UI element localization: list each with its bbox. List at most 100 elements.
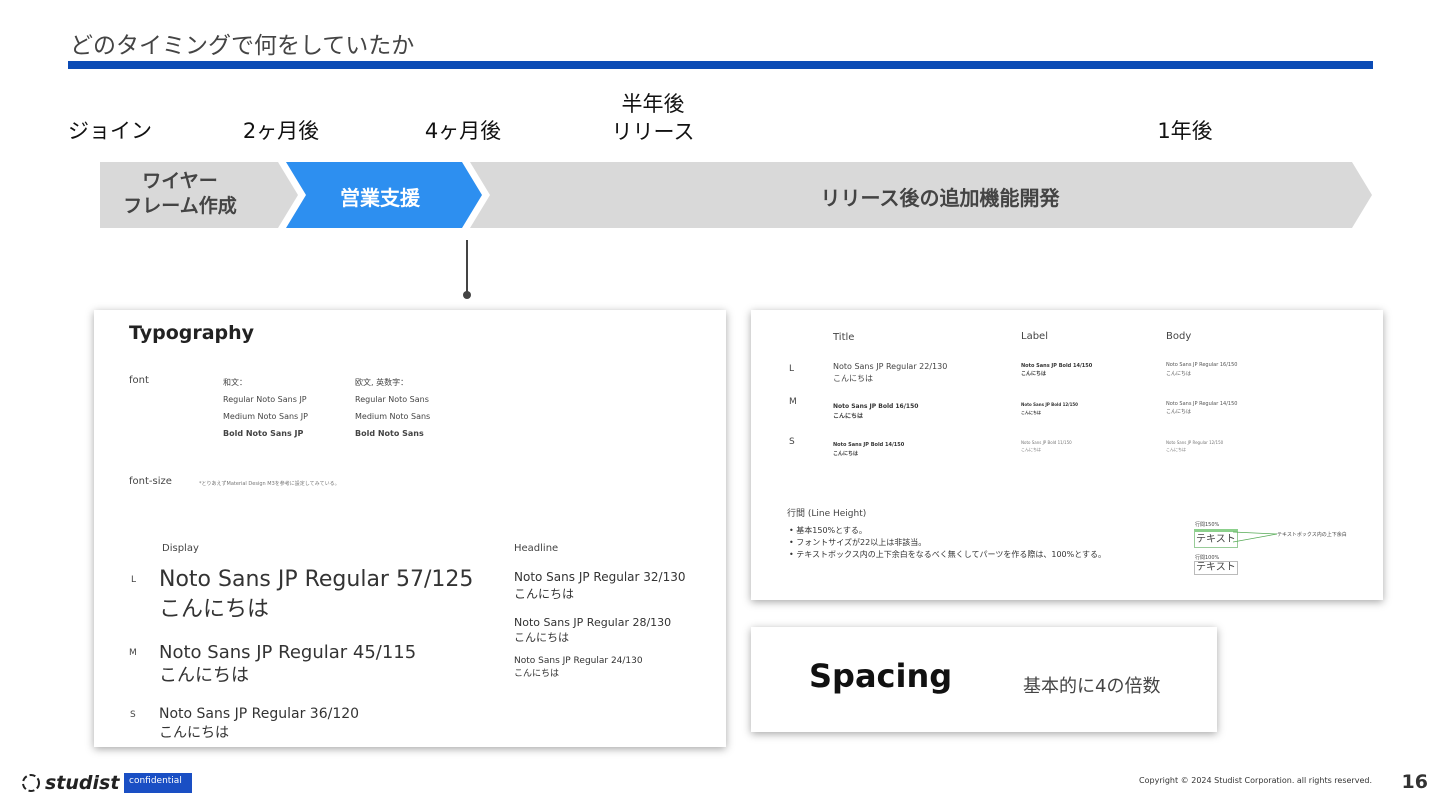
col-label: Label — [1021, 331, 1048, 342]
pointer-dot — [463, 291, 471, 299]
fontsize-label: font-size — [129, 476, 172, 487]
studist-logo-icon — [22, 774, 40, 792]
title-m-spec: Noto Sans JP Bold 16/150 — [833, 403, 919, 410]
phase-dev-label: リリース後の追加機能開発 — [820, 186, 1060, 210]
phase-wireframe-line2: フレーム作成 — [123, 195, 237, 217]
title-s-spec: Noto Sans JP Bold 14/150 — [833, 442, 905, 448]
wabun-regular: Regular Noto Sans JP — [223, 395, 307, 404]
page-number: 16 — [1401, 771, 1428, 793]
headline-1-text: こんにちは — [514, 587, 575, 601]
spacing-slide: Spacing 基本的に4の倍数 — [751, 627, 1217, 732]
spacing-note: 基本的に4の倍数 — [1023, 676, 1161, 697]
lh100-label: 行間100% — [1195, 555, 1220, 561]
display-m-sample: Noto Sans JP Regular 45/115 こんにちは — [159, 641, 416, 687]
display-size-l: L — [131, 575, 137, 585]
display-s-text: こんにちは — [159, 725, 229, 741]
spacing-heading: Spacing — [809, 657, 953, 695]
headline-3-sample: Noto Sans JP Regular 24/130 こんにちは — [514, 655, 643, 681]
title-s-sample: Noto Sans JP Bold 14/150 こんにちは — [833, 441, 904, 459]
typography-heading: Typography — [129, 322, 255, 344]
headline-1-spec: Noto Sans JP Regular 32/130 — [514, 570, 686, 584]
headline-3-text: こんにちは — [514, 669, 560, 679]
body-l-text: こんにちは — [1166, 371, 1192, 377]
title-s-text: こんにちは — [833, 451, 859, 457]
display-l-sample: Noto Sans JP Regular 57/125 こんにちは — [159, 565, 473, 625]
obun-fonts: 欧文, 英数字： Regular Noto Sans Medium Noto S… — [355, 374, 430, 442]
line-height-title: 行間 (Line Height) — [787, 509, 867, 519]
label-m-spec: Noto Sans JP Bold 12/150 — [1021, 402, 1078, 407]
margin-connector — [1233, 531, 1278, 543]
lh150-label: 行間150% — [1195, 522, 1220, 528]
title-l-spec: Noto Sans JP Regular 22/130 — [833, 362, 948, 371]
display-s-sample: Noto Sans JP Regular 36/120 こんにちは — [159, 705, 359, 743]
row-s: S — [789, 437, 795, 447]
display-m-spec: Noto Sans JP Regular 45/115 — [159, 642, 417, 663]
display-size-m: M — [129, 648, 137, 658]
bullet-1: • 基本150%とする。 — [789, 526, 867, 535]
label-s-spec: Noto Sans JP Bold 11/150 — [1021, 440, 1072, 445]
display-s-spec: Noto Sans JP Regular 36/120 — [159, 706, 360, 722]
label-l-sample: Noto Sans JP Bold 14/150 こんにちは — [1021, 362, 1092, 378]
body-s-sample: Noto Sans JP Regular 12/150 こんにちは — [1166, 439, 1223, 453]
wabun-bold: Bold Noto Sans JP — [223, 429, 304, 438]
body-m-spec: Noto Sans JP Regular 14/150 — [1166, 401, 1238, 407]
headline-2-text: こんにちは — [514, 631, 569, 644]
lh100-sample: テキスト — [1194, 561, 1238, 575]
display-size-s: S — [130, 710, 136, 720]
phase-sales-label: 営業支援 — [340, 186, 420, 210]
body-l-sample: Noto Sans JP Regular 16/150 こんにちは — [1166, 361, 1237, 379]
studist-logo-text: studist — [45, 772, 120, 794]
label-m-text: こんにちは — [1021, 410, 1041, 415]
label-l-text: こんにちは — [1021, 371, 1047, 377]
lh150-sample: テキスト — [1194, 529, 1238, 548]
row-m: M — [789, 397, 797, 407]
copyright: Copyright © 2024 Studist Corporation. al… — [1139, 776, 1372, 785]
body-m-sample: Noto Sans JP Regular 14/150 こんにちは — [1166, 400, 1237, 416]
headline-2-sample: Noto Sans JP Regular 28/130 こんにちは — [514, 615, 671, 645]
headline-2-spec: Noto Sans JP Regular 28/130 — [514, 616, 672, 629]
obun-medium: Medium Noto Sans — [355, 412, 431, 421]
pointer-line — [466, 240, 468, 294]
body-m-text: こんにちは — [1166, 409, 1192, 415]
display-label: Display — [162, 543, 199, 554]
col-body: Body — [1166, 331, 1192, 342]
body-l-spec: Noto Sans JP Regular 16/150 — [1166, 362, 1238, 368]
margin-note: テキストボックス内の上下余白 — [1277, 532, 1347, 538]
row-l: L — [789, 364, 795, 374]
typography-slide: Typography font 和文： Regular Noto Sans JP… — [94, 310, 726, 747]
label-s-sample: Noto Sans JP Bold 11/150 こんにちは — [1021, 439, 1072, 453]
headline-1-sample: Noto Sans JP Regular 32/130 こんにちは — [514, 569, 685, 603]
wabun-medium: Medium Noto Sans JP — [223, 412, 308, 421]
body-s-text: こんにちは — [1166, 447, 1186, 452]
bullet-2: • フォントサイズが22以上は非該当。 — [789, 538, 927, 547]
bullet-3-text: テキストボックス内の上下余白をなるべく無くしてパーツを作る際は、100%とする。 — [796, 550, 1107, 559]
title-m-text: こんにちは — [833, 413, 864, 420]
wabun-fonts: 和文： Regular Noto Sans JP Medium Noto San… — [223, 374, 308, 442]
label-m-sample: Noto Sans JP Bold 12/150 こんにちは — [1021, 401, 1078, 417]
bullet-3: • テキストボックス内の上下余白をなるべく無くしてパーツを作る際は、100%とす… — [789, 550, 1107, 559]
headline-label: Headline — [514, 543, 559, 554]
label-l-spec: Noto Sans JP Bold 14/150 — [1021, 363, 1093, 369]
display-m-text: こんにちは — [159, 665, 249, 686]
type-table-slide: Title Label Body L M S Noto Sans JP Regu… — [751, 310, 1383, 600]
headline-3-spec: Noto Sans JP Regular 24/130 — [514, 656, 643, 666]
wabun-header: 和文： — [223, 378, 247, 387]
confidential-badge: confidential — [124, 773, 192, 793]
title-l-sample: Noto Sans JP Regular 22/130 こんにちは — [833, 361, 947, 385]
title-m-sample: Noto Sans JP Bold 16/150 こんにちは — [833, 402, 918, 422]
title-l-text: こんにちは — [833, 374, 873, 383]
fontsize-note: *とりあえずMaterial Design M3を参考に設定してみている。 — [199, 481, 340, 487]
line-height-bullets: • 基本150%とする。 • フォントサイズが22以上は非該当。 • テキストボ… — [789, 525, 1106, 561]
font-label: font — [129, 375, 149, 386]
display-l-spec: Noto Sans JP Regular 57/125 — [159, 567, 474, 592]
col-title: Title — [833, 332, 855, 343]
bullet-1-text: 基本150%とする。 — [796, 526, 867, 535]
obun-regular: Regular Noto Sans — [355, 395, 429, 404]
phase-wireframe-label: ワイヤー フレーム作成 — [110, 169, 250, 219]
display-l-text: こんにちは — [159, 597, 270, 622]
obun-bold: Bold Noto Sans — [355, 429, 424, 438]
bullet-2-text: フォントサイズが22以上は非該当。 — [796, 538, 927, 547]
body-s-spec: Noto Sans JP Regular 12/150 — [1166, 440, 1224, 445]
label-s-text: こんにちは — [1021, 447, 1041, 452]
phase-wireframe-line1: ワイヤー — [142, 170, 218, 192]
